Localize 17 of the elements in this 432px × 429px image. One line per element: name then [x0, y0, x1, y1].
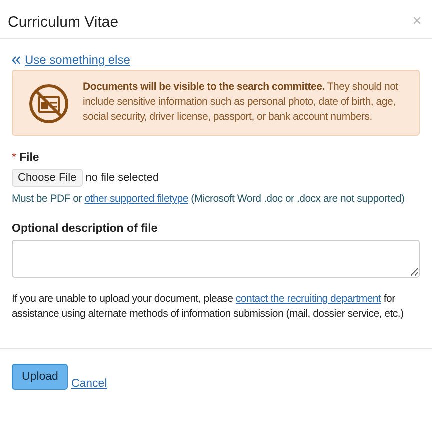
description-field[interactable] [12, 240, 420, 278]
file-status: no file selected [86, 172, 160, 184]
required-mark: * [12, 152, 16, 164]
double-chevron-left-icon [12, 56, 21, 64]
field-label: File [19, 152, 40, 164]
upload-button[interactable]: Upload [12, 364, 68, 390]
contact-link[interactable]: contact the recruiting department [236, 293, 382, 305]
warning-text: Documents will be visible to the search committee. They should not include sensitive information such as personal photo, date of birth, age, social security, driver license, passport, or bank account numbers. [83, 80, 400, 125]
field-label: Optional description of file [12, 223, 158, 235]
cancel-link[interactable]: Cancel [71, 378, 108, 390]
note-text: If you are unable to upload your document, please contact the recruiting department for assistance using alternate methods of information submission (mail, dossier service, etc.) [12, 292, 405, 322]
back-link[interactable]: Use something else [12, 53, 130, 67]
filetype-link[interactable]: other supported filetype [84, 193, 188, 205]
dialog-title: Curriculum Vitae [8, 14, 119, 30]
no-id-card-icon [29, 84, 69, 124]
help-text: Must be PDF or other supported filetype (Microsoft Word .doc or .docx are not supported) [12, 192, 406, 207]
choose-file-button[interactable]: Choose File [12, 169, 83, 187]
